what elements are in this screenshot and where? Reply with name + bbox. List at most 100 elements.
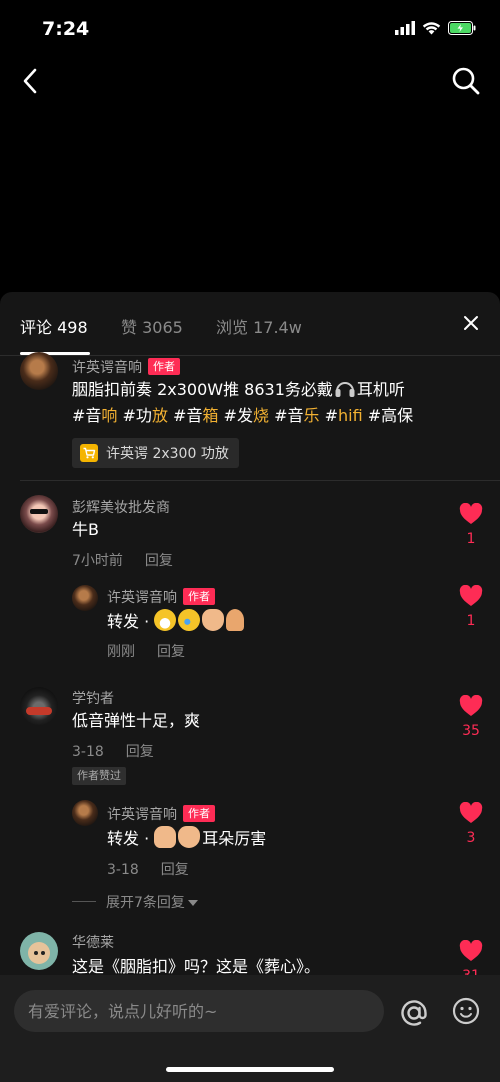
emoji-icon[interactable] [452,997,480,1025]
hashtag-part[interactable]: 烧 [253,406,269,425]
heart-icon [459,502,483,524]
comment-divider [20,480,500,481]
comment-author[interactable]: 华德莱 [72,932,114,952]
product-title[interactable]: 许英谔 2x300 功放 [106,443,229,463]
signal-icon [395,21,415,35]
comment-text: 牛B [72,520,99,539]
reply-time: 3-18 [107,862,139,878]
like-count: 1 [466,531,476,547]
commenter-avatar[interactable] [20,495,58,533]
tab-views[interactable]: 浏览 17.4w [216,314,302,338]
comment-composer [0,975,500,1082]
cart-icon [80,444,98,462]
reply-time: 刚刚 [107,644,135,660]
comment-text-part: 耳机听 [356,380,405,399]
product-tag[interactable]: 许英谔 2x300 功放 [72,438,239,468]
comment-tabs: 评论 498 赞 3065 浏览 17.4w [0,292,500,356]
battery-icon [448,21,476,35]
back-icon[interactable] [16,66,46,96]
reply-meta: 3-18 回复 [107,859,189,879]
comment-time: 3-18 [72,744,104,760]
hashtag-part[interactable]: 放 [152,406,168,425]
heart-icon [459,939,483,961]
comment-hashtags: #音响 #功放 #音箱 #发烧 #音乐 #hifi #高保 [72,404,413,428]
hashtag-part[interactable]: # [320,406,338,425]
like-button[interactable]: 1 [456,502,486,547]
hashtag-part[interactable]: #功 [117,406,152,425]
headphones-icon [335,382,355,397]
comment-author[interactable]: 许英谔音响 作者 [72,357,180,377]
grin-emoji-icon [154,609,177,631]
author-badge: 作者 [148,358,180,375]
like-button[interactable]: 1 [456,584,486,629]
rofl-emoji-icon [175,605,204,635]
hashtag-part[interactable]: #高保 [363,406,413,425]
reply-text-part: 转发 · [107,612,155,631]
hashtag-part[interactable]: 乐 [303,406,319,425]
like-button[interactable]: 3 [456,801,486,846]
hashtag-part[interactable]: hifi [338,406,363,425]
author-name[interactable]: 许英谔音响 [107,807,177,823]
status-time: 7:24 [42,18,90,40]
wifi-icon [422,22,441,35]
comment-author[interactable]: 学钓者 [72,688,114,708]
reply-text: 转发 · [107,605,246,635]
expand-label[interactable]: 展开7条回复 [106,895,185,911]
comment-text: 胭脂扣前奏 2x300W推 8631务必戴 耳机听 [72,378,405,402]
expand-line [72,901,96,902]
like-count: 35 [462,723,480,739]
author-avatar[interactable] [20,352,58,390]
at-mention-icon[interactable] [398,997,430,1029]
expand-replies-button[interactable]: 展开7条回复 [72,892,198,912]
search-icon[interactable] [450,65,482,97]
comment-input-wrapper[interactable] [14,990,384,1032]
reply-text-part: 转发 · [107,829,155,848]
author-name[interactable]: 许英谔音响 [72,360,142,376]
author-liked-tag: 作者赞过 [72,767,126,785]
hashtag-part[interactable]: 箱 [202,406,218,425]
comment-time: 7小时前 [72,553,123,569]
close-icon[interactable] [462,314,480,332]
like-count: 3 [466,830,476,846]
status-bar: 7:24 [0,0,500,60]
hashtag-part[interactable]: 响 [101,406,117,425]
tab-comments[interactable]: 评论 498 [20,314,88,338]
like-button[interactable]: 35 [456,694,486,739]
hashtag-part[interactable]: #发 [218,406,253,425]
home-indicator[interactable] [166,1067,334,1072]
top-nav [0,60,500,104]
comment-meta: 7小时前 回复 [72,550,173,570]
comment-input[interactable] [14,990,384,1032]
like-count: 1 [466,613,476,629]
comment-text: 低音弹性十足，爽 [72,711,201,730]
hashtag-part[interactable]: #音 [72,406,101,425]
thumbs-up-emoji-icon [154,826,177,848]
status-icons [395,21,476,35]
commenter-avatar[interactable] [20,932,58,970]
heart-icon [459,694,483,716]
hashtag-part[interactable]: #音 [269,406,303,425]
hashtag-part[interactable]: #音 [168,406,202,425]
reply-button[interactable]: 回复 [126,744,154,760]
chevron-down-icon [187,900,198,906]
tab-likes[interactable]: 赞 3065 [121,314,183,338]
clap-emoji-icon [202,609,225,631]
comment-sheet: 评论 498 赞 3065 浏览 17.4w 许英谔音响 作者 胭脂扣前奏 2x3… [0,292,500,1082]
comment-meta: 3-18 回复 [72,741,154,761]
author-badge: 作者 [183,588,215,605]
clap-emoji-icon [178,826,201,848]
reply-button[interactable]: 回复 [157,644,185,660]
reply-author[interactable]: 许英谔音响 作者 [107,587,215,607]
author-avatar[interactable] [72,800,98,826]
commenter-avatar[interactable] [20,687,58,725]
reply-author[interactable]: 许英谔音响 作者 [107,804,215,824]
reply-button[interactable]: 回复 [145,553,173,569]
reply-text: 转发 · 耳朵厉害 [107,826,266,851]
heart-icon [459,584,483,606]
reply-meta: 刚刚 回复 [107,641,185,661]
comment-author[interactable]: 彭辉美妆批发商 [72,497,170,517]
comment-text-part: 胭脂扣前奏 2x300W推 8631务必戴 [72,380,333,399]
reply-button[interactable]: 回复 [161,862,189,878]
author-name[interactable]: 许英谔音响 [107,590,177,606]
author-avatar[interactable] [72,585,98,611]
